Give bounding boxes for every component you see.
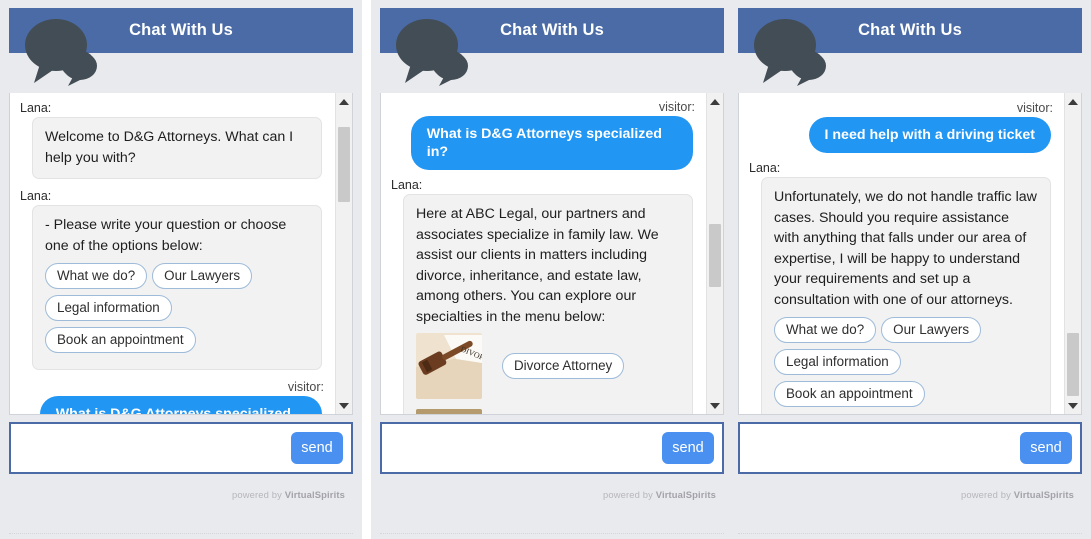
chat-scrollbar[interactable] [1064,93,1081,414]
send-button[interactable]: send [662,432,714,464]
scroll-up-button[interactable] [1065,93,1081,110]
chat-body: visitor: I need help with a driving ticke… [738,93,1082,415]
powered-by-prefix: powered by [602,489,656,500]
visitor-name-label: visitor: [658,100,695,114]
panel-1: Chat With Us Lana: Welcome to D&G Attorney… [0,0,362,539]
scroll-down-button[interactable] [707,397,723,414]
widget-footer: powered by VirtualSpirits [380,485,724,525]
avatar [16,14,102,86]
chevron-down-icon [710,402,720,409]
message-input[interactable] [15,428,261,468]
bot-name-label: Lana: [20,189,52,203]
bot-name-label: Lana: [20,101,52,115]
avatar [745,14,831,86]
chat-header: Chat With Us [371,0,733,93]
menu-option-chip[interactable]: Divorce Attorney [502,353,625,379]
quick-reply-chips: What we do? Our Lawyers Legal information B… [45,263,309,359]
quick-reply-chip[interactable]: Book an appointment [45,327,196,353]
user-message-bubble: What is D&G Attorneys specialized in? [410,116,693,170]
bot-message-bubble: Unfortunately, we do not handle traffic … [761,177,1051,414]
widget-footer: powered by VirtualSpirits [9,485,353,525]
inheritance-document-photo: (INHERITANCE)THE [416,409,482,414]
powered-by-prefix: powered by [960,489,1014,500]
chat-body: Lana: Welcome to D&G Attorneys. What can … [9,93,353,415]
message-input[interactable] [744,428,990,468]
quick-reply-chip[interactable]: Book an appointment [774,381,925,407]
bot-name-label: Lana: [391,178,423,192]
avatar [387,14,473,86]
message-input-area: send [9,422,353,474]
user-message-bubble: I need help with a driving ticket [808,117,1051,153]
quick-reply-chip[interactable]: Legal information [774,349,901,375]
chat-header: Chat With Us [729,0,1091,93]
scroll-down-button[interactable] [336,397,352,414]
bot-message-bubble: Welcome to D&G Attorneys. What can I hel… [32,117,322,179]
scrollbar-thumb[interactable] [1067,333,1079,396]
message-input[interactable] [386,428,632,468]
gavel-divorce-photo: DIVORCE [416,333,482,399]
brand-name: VirtualSpirits [284,489,345,500]
quick-reply-chip[interactable]: What we do? [774,317,877,343]
bot-message-bubble: Here at ABC Legal, our partners and asso… [403,194,693,414]
speech-bubbles-icon [754,19,826,86]
quick-reply-chips: What we do? Our Lawyers Legal information B… [774,317,1038,413]
menu-option-row: (INHERITANCE)THEInheritance [416,409,680,414]
scrollbar-thumb[interactable] [338,127,350,202]
footer-divider [738,533,1082,534]
bot-message-text: Unfortunately, we do not handle traffic … [774,189,1037,308]
chat-scrollbar[interactable] [335,93,352,414]
user-message-row: What is D&G Attorneys specialized in? [28,396,322,414]
brand-name: VirtualSpirits [1013,489,1074,500]
user-message-row: What is D&G Attorneys specialized in? [399,116,693,170]
send-button[interactable]: send [1020,432,1072,464]
chat-body: visitor: What is D&G Attorneys specialize… [380,93,724,415]
user-message-row: I need help with a driving ticket [757,117,1051,153]
chat-header: Chat With Us [0,0,362,93]
footer-divider [380,533,724,534]
powered-by-label: powered by VirtualSpirits [603,489,716,500]
brand-name: VirtualSpirits [655,489,716,500]
quick-reply-chip[interactable]: Our Lawyers [881,317,982,343]
chevron-up-icon [710,98,720,105]
powered-by-label: powered by VirtualSpirits [961,489,1074,500]
bot-message-bubble: - Please write your question or choose o… [32,205,322,370]
quick-reply-chip[interactable]: Legal information [45,295,172,321]
panel-3: Chat With Us visitor: I need help with a d… [729,0,1091,539]
bot-message-text: Here at ABC Legal, our partners and asso… [416,206,659,325]
scroll-up-button[interactable] [707,93,723,110]
powered-by-label: powered by VirtualSpirits [232,489,345,500]
send-button[interactable]: send [291,432,343,464]
footer-divider [9,533,353,534]
bot-message-text: Welcome to D&G Attorneys. What can I hel… [45,129,294,166]
user-message-bubble: What is D&G Attorneys specialized in? [39,396,322,414]
message-list: visitor: What is D&G Attorneys specialize… [381,93,705,414]
speech-bubbles-icon [25,19,97,86]
quick-reply-chip[interactable]: What we do? [45,263,148,289]
scroll-down-button[interactable] [1065,397,1081,414]
chevron-down-icon [339,402,349,409]
speech-bubbles-icon [396,19,468,86]
message-list: visitor: I need help with a driving ticke… [739,93,1063,414]
chat-widget-triptych: Chat With Us Lana: Welcome to D&G Attorney… [0,0,1091,539]
chevron-up-icon [339,98,349,105]
message-input-area: send [380,422,724,474]
menu-option-row: DIVORCE Divorce Attorney [416,333,680,399]
chat-scrollbar[interactable] [706,93,723,414]
powered-by-prefix: powered by [231,489,285,500]
visitor-name-label: visitor: [1016,101,1053,115]
bot-message-text: - Please write your question or choose o… [45,217,287,254]
quick-reply-chip[interactable]: Our Lawyers [152,263,253,289]
visitor-name-label: visitor: [287,380,324,394]
message-list: Lana: Welcome to D&G Attorneys. What can … [10,93,334,414]
chevron-up-icon [1068,98,1078,105]
scrollbar-thumb[interactable] [709,224,721,288]
chevron-down-icon [1068,402,1078,409]
panel-2: Chat With Us visitor: What is D&G Attorney… [371,0,733,539]
widget-footer: powered by VirtualSpirits [738,485,1082,525]
bot-name-label: Lana: [749,161,781,175]
message-input-area: send [738,422,1082,474]
scroll-up-button[interactable] [336,93,352,110]
